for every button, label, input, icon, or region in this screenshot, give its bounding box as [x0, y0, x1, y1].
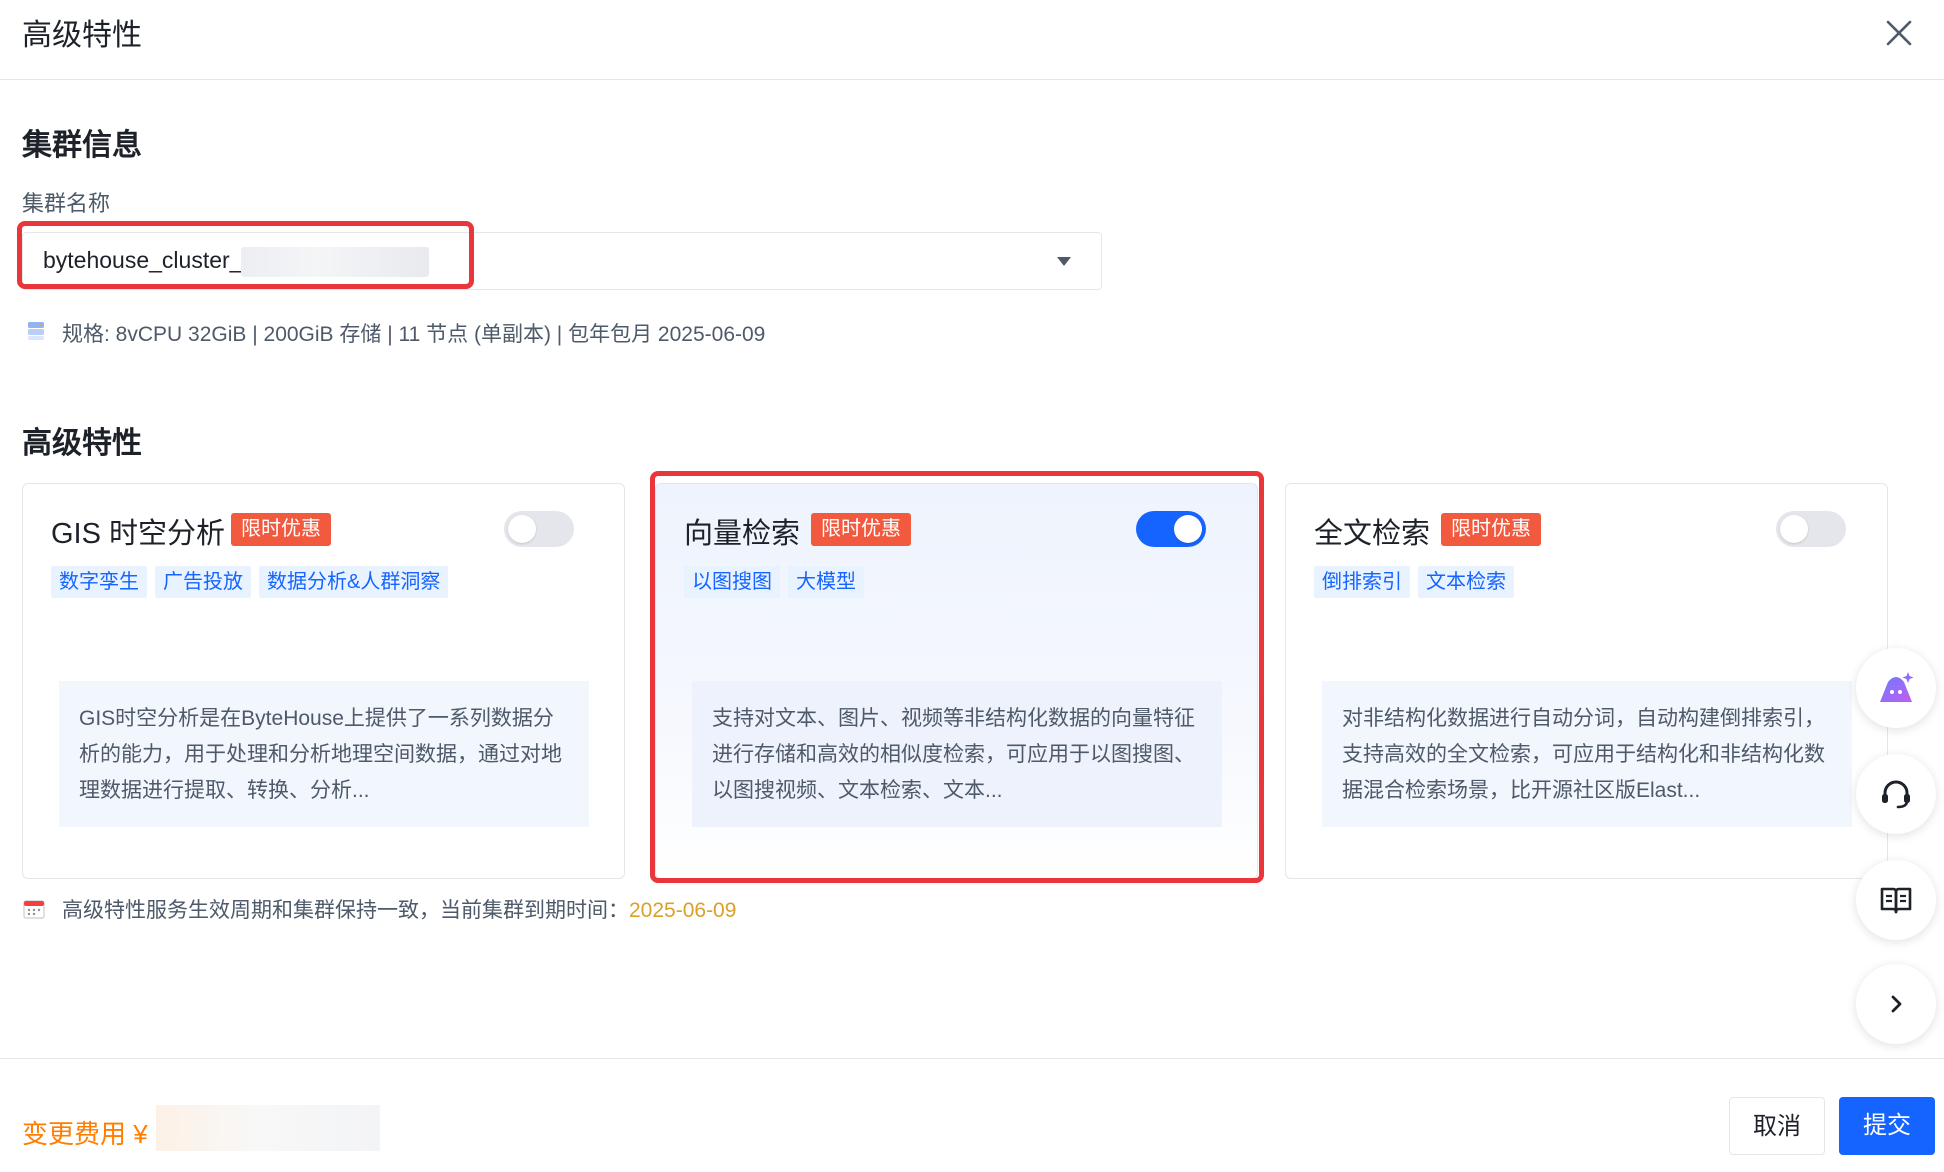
spec-text: 规格: 8vCPU 32GiB | 200GiB 存储 | 11 节点 (单副本… [62, 323, 766, 346]
customer-service-icon [1882, 780, 1910, 809]
feature-card-gis[interactable]: GIS 时空分析 限时优惠 数字孪生 广告投放 数据分析&人群洞察 GIS时空分… [22, 483, 625, 879]
cluster-name-label: 集群名称 [22, 191, 111, 216]
tag: 广告投放 [155, 566, 251, 598]
docs-icon [1880, 887, 1912, 914]
tag-list: 以图搜图 大模型 [684, 566, 864, 598]
expiry-date: 2025-06-09 [629, 899, 737, 922]
tag: 数据分析&人群洞察 [259, 566, 449, 598]
promo-badge: 限时优惠 [811, 513, 911, 546]
tag-list: 倒排索引 文本检索 [1314, 566, 1514, 598]
note-label: 高级特性服务生效周期和集群保持一致，当前集群到期时间： [62, 899, 629, 922]
feature-card-vector-search[interactable]: 向量检索 限时优惠 以图搜图 大模型 支持对文本、图片、视频等非结构化数据的向量… [655, 483, 1258, 879]
close-icon [1886, 20, 1912, 46]
tag: 文本检索 [1418, 566, 1514, 598]
toggle-knob [1174, 515, 1202, 543]
cluster-select-value: bytehouse_cluster_ [43, 247, 243, 273]
cluster-select[interactable]: bytehouse_cluster_ [22, 232, 1102, 290]
chevron-right-icon [1891, 995, 1902, 1013]
tag: 大模型 [788, 566, 864, 598]
card-title: 全文检索 [1314, 518, 1431, 550]
feature-toggle-vector-search[interactable] [1136, 511, 1206, 547]
tag: 以图搜图 [684, 566, 780, 598]
promo-badge: 限时优惠 [1441, 513, 1541, 546]
close-button[interactable] [1880, 14, 1918, 52]
card-title: 向量检索 [684, 518, 801, 550]
submit-button[interactable]: 提交 [1839, 1097, 1935, 1155]
note-text: 高级特性服务生效周期和集群保持一致，当前集群到期时间：2025-06-09 [62, 894, 736, 924]
expand-tools-button[interactable] [1856, 964, 1936, 1044]
toggle-knob [1780, 515, 1808, 543]
dialog-header: 高级特性 [0, 0, 1944, 80]
toggle-knob [508, 515, 536, 543]
card-description: 对非结构化数据进行自动分词，自动构建倒排索引，支持高效的全文检索，可应用于结构化… [1322, 681, 1852, 827]
tag: 数字孪生 [51, 566, 147, 598]
redacted-fee-amount [156, 1105, 380, 1151]
ai-assistant-icon [1880, 672, 1914, 702]
chevron-down-icon [1057, 257, 1071, 266]
redacted-cluster-suffix [241, 247, 429, 277]
dialog-footer: 变更费用 ¥ 取消 提交 [0, 1058, 1944, 1172]
server-icon [28, 322, 44, 340]
change-fee-label: 变更费用 ¥ [22, 1119, 148, 1149]
customer-service-button[interactable] [1856, 754, 1936, 834]
card-description: GIS时空分析是在ByteHouse上提供了一系列数据分析的能力，用于处理和分析… [59, 681, 589, 827]
promo-badge: 限时优惠 [231, 513, 331, 546]
tag-list: 数字孪生 广告投放 数据分析&人群洞察 [51, 566, 449, 598]
card-title: GIS 时空分析 [51, 518, 226, 550]
feature-toggle-fulltext-search[interactable] [1776, 511, 1846, 547]
advanced-features-title: 高级特性 [22, 427, 142, 460]
tag: 倒排索引 [1314, 566, 1410, 598]
calendar-icon [23, 900, 45, 919]
cluster-info-title: 集群信息 [22, 129, 142, 162]
dialog-title: 高级特性 [22, 19, 142, 52]
card-description: 支持对文本、图片、视频等非结构化数据的向量特征进行存储和高效的相似度检索，可应用… [692, 681, 1222, 827]
feature-toggle-gis[interactable] [504, 511, 574, 547]
cancel-button[interactable]: 取消 [1729, 1097, 1825, 1155]
docs-button[interactable] [1856, 860, 1936, 940]
ai-assistant-button[interactable] [1856, 648, 1936, 728]
feature-card-fulltext-search[interactable]: 全文检索 限时优惠 倒排索引 文本检索 对非结构化数据进行自动分词，自动构建倒排… [1285, 483, 1888, 879]
